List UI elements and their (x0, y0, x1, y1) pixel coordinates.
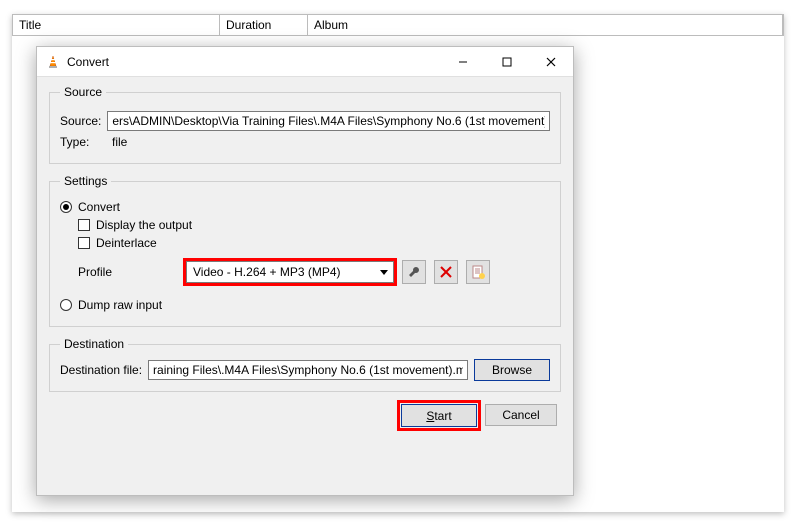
deinterlace-checkbox[interactable]: Deinterlace (78, 236, 550, 250)
playlist-columns-header: Title Duration Album (12, 14, 784, 36)
new-profile-icon (471, 265, 485, 279)
browse-button[interactable]: Browse (474, 359, 550, 381)
settings-legend: Settings (60, 174, 111, 188)
source-input[interactable] (107, 111, 550, 131)
profile-value: Video - H.264 + MP3 (MP4) (187, 265, 375, 279)
source-label: Source: (60, 114, 101, 128)
checkbox-icon (78, 219, 90, 231)
start-button[interactable]: Start (401, 404, 477, 427)
profile-label: Profile (78, 265, 178, 279)
maximize-button[interactable] (485, 47, 529, 77)
source-legend: Source (60, 85, 106, 99)
display-output-checkbox[interactable]: Display the output (78, 218, 550, 232)
window-controls (441, 47, 573, 77)
minimize-button[interactable] (441, 47, 485, 77)
new-profile-button[interactable] (466, 260, 490, 284)
type-value: file (108, 135, 127, 149)
deinterlace-label: Deinterlace (96, 236, 157, 250)
convert-radio-label: Convert (78, 200, 120, 214)
convert-dialog: Convert Source S (36, 46, 574, 496)
destination-legend: Destination (60, 337, 128, 351)
close-button[interactable] (529, 47, 573, 77)
source-group: Source Source: Type: file (49, 85, 561, 164)
checkbox-icon (78, 237, 90, 249)
type-label: Type: (60, 135, 102, 149)
dump-raw-label: Dump raw input (78, 298, 162, 312)
delete-icon (440, 266, 452, 278)
cancel-button[interactable]: Cancel (485, 404, 557, 426)
settings-group: Settings Convert Display the output Dein… (49, 174, 561, 327)
dialog-title: Convert (67, 55, 109, 69)
edit-profile-button[interactable] (402, 260, 426, 284)
display-output-label: Display the output (96, 218, 192, 232)
chevron-down-icon (375, 262, 393, 282)
column-duration[interactable]: Duration (220, 15, 308, 35)
column-album[interactable]: Album (308, 15, 783, 35)
destination-file-input[interactable] (148, 360, 468, 380)
start-button-label: Start (426, 409, 451, 423)
column-title[interactable]: Title (13, 15, 220, 35)
radio-icon (60, 201, 72, 213)
delete-profile-button[interactable] (434, 260, 458, 284)
vlc-cone-icon (45, 54, 61, 70)
profile-select[interactable]: Video - H.264 + MP3 (MP4) (186, 261, 394, 283)
wrench-icon (407, 265, 421, 279)
radio-icon (60, 299, 72, 311)
destination-file-label: Destination file: (60, 363, 142, 377)
destination-group: Destination Destination file: Browse (49, 337, 561, 392)
dialog-body: Source Source: Type: file Settings Conve… (37, 77, 573, 437)
titlebar: Convert (37, 47, 573, 77)
dump-raw-radio[interactable]: Dump raw input (60, 298, 550, 312)
convert-radio[interactable]: Convert (60, 200, 550, 214)
dialog-footer: Start Cancel (49, 402, 561, 427)
main-window: Title Duration Album Convert (12, 14, 784, 512)
